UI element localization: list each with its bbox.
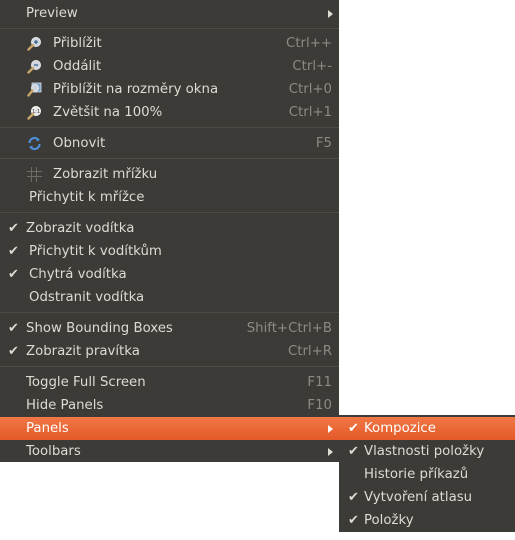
- menu-item-label: Odstranit vodítka: [29, 290, 145, 305]
- menu-item-label: Zobrazit vodítka: [26, 221, 135, 236]
- check-icon: ✔: [348, 513, 359, 528]
- zoom-fit-icon: [27, 82, 42, 97]
- menu-item-label: Hide Panels: [26, 398, 104, 413]
- menu-item-refresh[interactable]: Obnovit F5: [0, 132, 339, 155]
- menu-item-accelerator: F11: [307, 375, 332, 390]
- menu-item-label: Přichytit k mřížce: [29, 190, 145, 205]
- menu-item-preview[interactable]: Preview: [0, 2, 339, 25]
- menu-item-label: Obnovit: [53, 136, 106, 151]
- menu-separator: [0, 28, 339, 29]
- menu-item-label: Zobrazit pravítka: [26, 344, 140, 359]
- refresh-icon: [28, 136, 41, 151]
- zoom-actual-icon: 1:1: [27, 106, 41, 120]
- view-menu: Preview Přiblížit Ctrl++ Oddálit Ctrl+- …: [0, 0, 339, 462]
- menu-item-accelerator: Ctrl+1: [288, 105, 332, 120]
- menu-item-label: Panels: [26, 421, 69, 436]
- menu-item-label: Zvětšit na 100%: [53, 105, 163, 120]
- menu-item-accelerator: Ctrl+R: [287, 344, 332, 359]
- panels-submenu: ✔ Kompozice ✔ Vlastnosti položky Histori…: [339, 415, 515, 532]
- menu-item-show-guides[interactable]: ✔ Zobrazit vodítka: [0, 217, 339, 240]
- menu-item-toolbars[interactable]: Toolbars: [0, 440, 339, 463]
- menu-item-zoom-100[interactable]: 1:1 Zvětšit na 100% Ctrl+1: [0, 101, 339, 124]
- check-icon: ✔: [8, 267, 19, 282]
- check-icon: ✔: [8, 221, 19, 236]
- menu-item-label: Přiblížit: [53, 36, 102, 51]
- menu-separator: [0, 127, 339, 128]
- menu-item-full-screen[interactable]: Toggle Full Screen F11: [0, 371, 339, 394]
- submenu-item-label: Vlastnosti položky: [364, 444, 485, 459]
- menu-separator: [0, 312, 339, 313]
- zoom-in-icon: [27, 37, 41, 51]
- menu-item-label: Toggle Full Screen: [26, 375, 146, 390]
- submenu-item-command-history[interactable]: Historie příkazů: [339, 463, 515, 486]
- menu-item-accelerator: Ctrl++: [286, 36, 332, 51]
- check-icon: ✔: [348, 490, 359, 505]
- submenu-item-item-properties[interactable]: ✔ Vlastnosti položky: [339, 440, 515, 463]
- menu-item-show-rulers[interactable]: ✔ Zobrazit pravítka Ctrl+R: [0, 340, 339, 363]
- menu-item-label: Přiblížit na rozměry okna: [53, 82, 219, 97]
- check-icon: ✔: [348, 421, 359, 436]
- menu-separator: [0, 366, 339, 367]
- menu-item-label: Show Bounding Boxes: [26, 321, 173, 336]
- menu-item-accelerator: Ctrl+0: [288, 82, 332, 97]
- submenu-item-atlas-generation[interactable]: ✔ Vytvoření atlasu: [339, 486, 515, 509]
- menu-item-label: Toolbars: [26, 444, 81, 459]
- submenu-item-label: Vytvoření atlasu: [364, 490, 473, 505]
- check-icon: ✔: [8, 321, 19, 336]
- menu-item-accelerator: Ctrl+-: [292, 59, 332, 74]
- submenu-item-items[interactable]: ✔ Položky: [339, 509, 515, 532]
- menu-item-panels[interactable]: Panels: [0, 417, 339, 440]
- check-icon: ✔: [8, 244, 19, 259]
- grid-icon: [27, 167, 42, 182]
- check-icon: ✔: [8, 344, 19, 359]
- menu-separator: [0, 212, 339, 213]
- menu-item-accelerator: F5: [315, 136, 332, 151]
- menu-item-zoom-in[interactable]: Přiblížit Ctrl++: [0, 32, 339, 55]
- menu-item-label: Chytrá vodítka: [29, 267, 127, 282]
- zoom-out-icon: [27, 60, 41, 74]
- menu-item-label: Oddálit: [53, 59, 102, 74]
- menu-item-zoom-fit[interactable]: Přiblížit na rozměry okna Ctrl+0: [0, 78, 339, 101]
- menu-item-zoom-out[interactable]: Oddálit Ctrl+-: [0, 55, 339, 78]
- submenu-arrow-icon: [328, 425, 333, 433]
- menu-item-label: Zobrazit mřížku: [53, 167, 158, 182]
- menu-item-snap-guides[interactable]: ✔ Přichytit k vodítkům: [0, 240, 339, 263]
- menu-item-bounding-boxes[interactable]: ✔ Show Bounding Boxes Shift+Ctrl+B: [0, 317, 339, 340]
- check-icon: ✔: [348, 444, 359, 459]
- menu-item-snap-grid[interactable]: Přichytit k mřížce: [0, 186, 339, 209]
- menu-item-hide-panels[interactable]: Hide Panels F10: [0, 394, 339, 417]
- menu-separator: [0, 158, 339, 159]
- submenu-arrow-icon: [328, 10, 333, 18]
- submenu-item-composition[interactable]: ✔ Kompozice: [339, 417, 515, 440]
- submenu-item-label: Historie příkazů: [364, 467, 469, 482]
- submenu-arrow-icon: [328, 448, 333, 456]
- menu-item-label: Preview: [26, 6, 78, 21]
- menu-item-accelerator: Shift+Ctrl+B: [246, 321, 332, 336]
- menu-item-label: Přichytit k vodítkům: [29, 244, 162, 259]
- menu-item-accelerator: F10: [307, 398, 332, 413]
- submenu-item-label: Položky: [364, 513, 414, 528]
- submenu-item-label: Kompozice: [364, 421, 436, 436]
- menu-item-smart-guides[interactable]: ✔ Chytrá vodítka: [0, 263, 339, 286]
- menu-item-remove-guides[interactable]: Odstranit vodítka: [0, 286, 339, 309]
- menu-item-show-grid[interactable]: Zobrazit mřížku: [0, 163, 339, 186]
